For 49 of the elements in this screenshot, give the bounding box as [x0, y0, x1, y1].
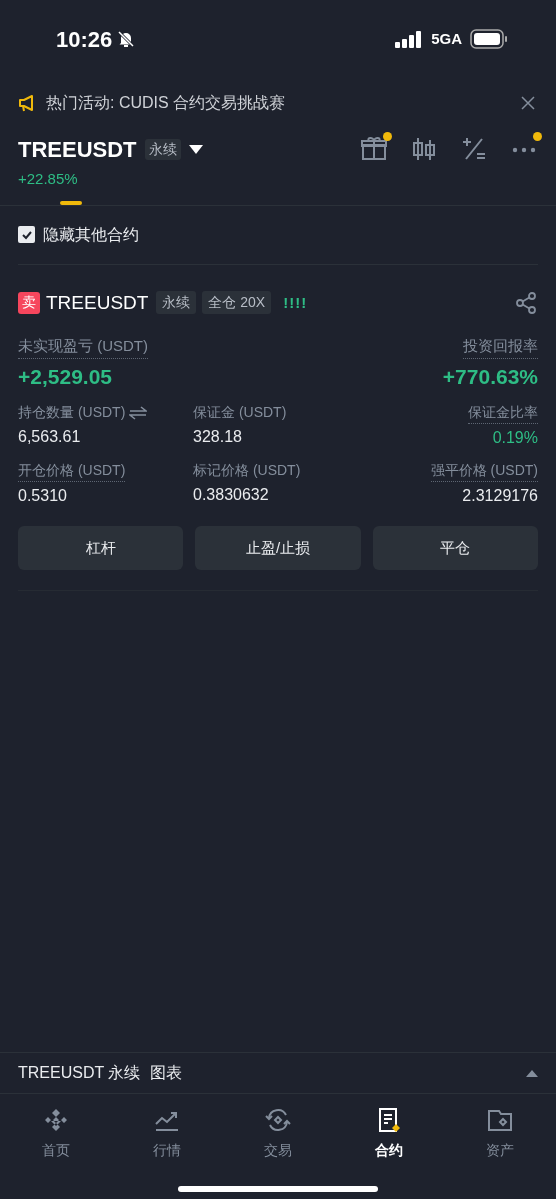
field-label: 保证金 (USDT) [193, 403, 287, 422]
field-value: 0.5310 [18, 486, 67, 506]
nav-tab[interactable]: 首页 [0, 1106, 112, 1161]
field-value: 0.3830632 [193, 485, 269, 505]
action-button[interactable]: 止盈/止损 [195, 526, 361, 570]
gift-icon[interactable] [360, 135, 388, 163]
share-icon[interactable] [514, 290, 538, 315]
field-label: 强平价格 (USDT) [430, 460, 538, 482]
field-label: 开仓价格 (USDT) [18, 460, 126, 482]
risk-signal: !!!! [283, 292, 308, 313]
swap-icon[interactable] [129, 405, 148, 420]
checkbox[interactable] [18, 226, 35, 243]
sell-tag: 卖 [18, 291, 40, 314]
action-button[interactable]: 平仓 [372, 526, 538, 570]
nav-tab[interactable]: 资产 [444, 1106, 556, 1161]
field-value: 6,563.61 [18, 427, 81, 447]
status-time: 10:26 [56, 25, 113, 54]
promo-banner-text[interactable]: 热门活动: CUDIS 合约交易挑战赛 [46, 91, 510, 115]
nav-tab[interactable]: 合约 [333, 1106, 445, 1161]
contract-tag: 永续 [144, 139, 181, 160]
field-label: 标记价格 (USDT) [193, 461, 301, 480]
position-symbol: TREEUSDT [46, 290, 149, 315]
pnl-label: 未实现盈亏 (USDT) [18, 335, 148, 359]
nav-tab[interactable]: 行情 [111, 1106, 223, 1161]
field-label: 保证金比率 [468, 402, 538, 424]
symbol-title[interactable]: TREEUSDT [18, 133, 137, 166]
candlestick-icon[interactable] [410, 135, 438, 163]
expand-caret-icon[interactable] [526, 1069, 538, 1077]
chart-bar-label[interactable]: 图表 [150, 1061, 183, 1085]
battery-icon [470, 29, 508, 49]
bell-muted-icon [116, 29, 137, 49]
checkbox-label[interactable]: 隐藏其他合约 [43, 222, 139, 247]
action-button[interactable]: 杠杆 [18, 526, 184, 570]
price-change: +22.85% [18, 169, 79, 189]
network-label: 5GA [431, 28, 462, 49]
signal-icon [395, 30, 424, 48]
exchange-cycle-icon [264, 1106, 292, 1134]
field-value: 0.19% [492, 428, 538, 448]
field-value: 328.18 [193, 427, 242, 447]
chart-bar-symbol[interactable]: TREEUSDT 永续 [18, 1061, 141, 1085]
pnl-value: +2,529.05 [18, 363, 112, 390]
dropdown-caret-icon[interactable] [188, 144, 203, 155]
roi-value: +770.63% [442, 363, 538, 390]
field-label: 持仓数量 (USDT) [18, 403, 126, 422]
position-tag: 全仓 20X [202, 291, 272, 315]
field-value: 2.3129176 [462, 486, 538, 506]
roi-label: 投资回报率 [463, 335, 538, 359]
position-tag: 永续 [156, 291, 197, 315]
nav-tab[interactable]: 交易 [222, 1106, 334, 1161]
